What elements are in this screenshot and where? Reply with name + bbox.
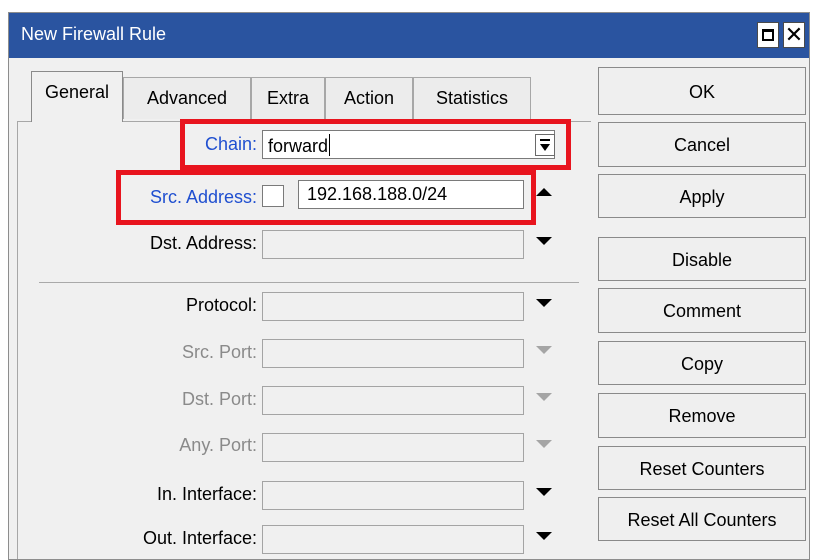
tab-general[interactable]: General: [31, 71, 123, 122]
tab-statistics[interactable]: Statistics: [413, 77, 531, 119]
src-address-collapse-icon[interactable]: [536, 188, 552, 196]
disable-button[interactable]: Disable: [598, 237, 806, 281]
protocol-label: Protocol:: [185, 295, 257, 315]
maximize-icon: [762, 29, 774, 41]
maximize-button[interactable]: [757, 22, 779, 48]
in-interface-label: In. Interface:: [156, 484, 257, 504]
dst-address-label: Dst. Address:: [149, 233, 257, 253]
separator: [39, 282, 579, 283]
title-bar[interactable]: New Firewall Rule ✕: [9, 13, 809, 58]
protocol-expand-icon[interactable]: [536, 299, 552, 307]
copy-button[interactable]: Copy: [598, 341, 806, 385]
cancel-button[interactable]: Cancel: [598, 122, 806, 167]
reset-counters-button[interactable]: Reset Counters: [598, 446, 806, 490]
protocol-input[interactable]: [262, 292, 524, 321]
close-icon: ✕: [784, 22, 804, 47]
dst-port-label: Dst. Port:: [181, 389, 257, 409]
ok-button[interactable]: OK: [598, 67, 806, 115]
any-port-label: Any. Port:: [179, 435, 257, 455]
close-button[interactable]: ✕: [783, 22, 805, 48]
tab-strip: General Advanced Extra Action Statistics: [17, 69, 591, 122]
tab-action[interactable]: Action: [325, 77, 413, 119]
out-interface-input[interactable]: [262, 525, 524, 554]
src-port-input[interactable]: [262, 339, 524, 368]
remove-button[interactable]: Remove: [598, 393, 806, 438]
src-port-expand-icon[interactable]: [536, 346, 552, 354]
dst-address-input[interactable]: [262, 230, 524, 259]
in-interface-input[interactable]: [262, 481, 524, 510]
reset-all-counters-button[interactable]: Reset All Counters: [598, 497, 806, 541]
any-port-expand-icon[interactable]: [536, 440, 552, 448]
src-port-label: Src. Port:: [181, 342, 257, 362]
src-address-highlight: [116, 170, 536, 225]
dst-address-expand-icon[interactable]: [536, 237, 552, 245]
dst-port-expand-icon[interactable]: [536, 393, 552, 401]
dst-port-input[interactable]: [262, 386, 524, 415]
out-interface-expand-icon[interactable]: [536, 532, 552, 540]
in-interface-expand-icon[interactable]: [536, 488, 552, 496]
any-port-input[interactable]: [262, 433, 524, 462]
window-title: New Firewall Rule: [21, 24, 167, 44]
chain-highlight: [180, 119, 571, 170]
out-interface-label: Out. Interface:: [142, 528, 257, 548]
tab-extra[interactable]: Extra: [251, 77, 325, 119]
comment-button[interactable]: Comment: [598, 288, 806, 333]
apply-button[interactable]: Apply: [598, 174, 806, 218]
tab-advanced[interactable]: Advanced: [123, 77, 251, 119]
